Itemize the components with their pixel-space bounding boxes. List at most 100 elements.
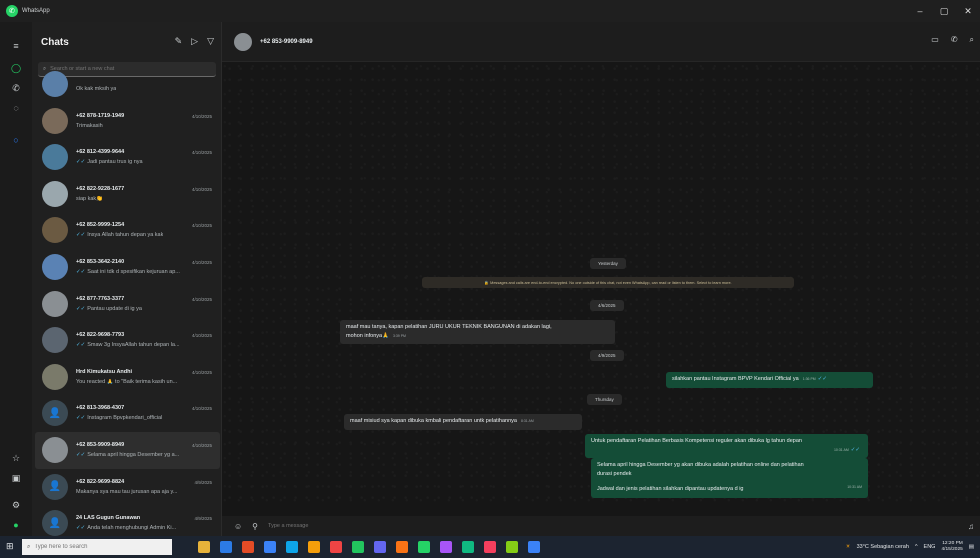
chat-list-item[interactable]: +62 822-9228-1677 4/10/2025 siap kak👏 xyxy=(35,176,220,213)
taskbar-app-icon[interactable] xyxy=(198,541,210,553)
contact-name[interactable]: +62 853-9909-8949 xyxy=(260,39,313,45)
meta-ai-icon[interactable]: ○ xyxy=(8,132,24,148)
chat-avatar xyxy=(42,217,68,244)
chat-list-item[interactable]: Hrd Kimukatsu Andhi 4/10/2025 You reacted … xyxy=(35,359,220,396)
profile-icon[interactable]: ● xyxy=(8,517,24,533)
chat-name: +62 822-9699-8824 xyxy=(76,478,125,485)
chat-name: +62 812-4399-9644 xyxy=(76,149,125,156)
minimize-button[interactable]: – xyxy=(908,0,932,22)
chat-list-item[interactable]: +62 853-3642-2140 4/10/2025 ✓✓ Saat ini tdk… xyxy=(35,249,220,286)
chat-avatar xyxy=(42,71,68,97)
chat-list-item[interactable]: +62 877-7763-3377 4/10/2025 ✓✓ Pantau updat… xyxy=(35,286,220,323)
message-outgoing[interactable]: silahkan pantau Instagram BPVP Kendari O… xyxy=(666,372,873,388)
starred-icon[interactable]: ☆ xyxy=(8,450,24,466)
contact-avatar[interactable] xyxy=(234,33,252,51)
message-outgoing[interactable]: Selama april hingga Desember yg akan dib… xyxy=(591,458,868,498)
chat-date: 4/10/2025 xyxy=(191,443,212,448)
taskbar-app-icon[interactable] xyxy=(220,541,232,553)
chat-date: 4/10/2025 xyxy=(191,223,212,229)
system-tray: ☀ 33°C Sebagian cerah ^ ENG 12:20 PM 4/1… xyxy=(846,536,974,558)
taskbar-app-icon[interactable] xyxy=(330,541,342,553)
read-ticks-icon: ✓✓ xyxy=(76,305,86,312)
taskbar-app-icon[interactable] xyxy=(352,541,364,553)
taskbar-app-icon[interactable] xyxy=(506,541,518,553)
read-ticks-icon: ✓✓ xyxy=(76,232,86,239)
calls-icon[interactable]: ✆ xyxy=(8,80,24,96)
taskbar-app-icon[interactable] xyxy=(264,541,276,553)
chat-list-item[interactable]: +62 878-1719-1949 4/10/2025 Trimakasih xyxy=(35,103,220,140)
chat-name: 24 LAS Gugun Gunawan xyxy=(76,515,141,522)
message-incoming[interactable]: maaf misiud sya kapan dibuka kmbali pend… xyxy=(344,414,582,430)
chat-avatar: 👤 xyxy=(42,510,68,536)
taskbar-app-icon[interactable] xyxy=(242,541,254,553)
language-indicator[interactable]: ENG xyxy=(924,544,936,550)
notification-icon[interactable]: ▤ xyxy=(969,544,974,550)
taskbar-app-icon[interactable] xyxy=(418,541,430,553)
archived-icon[interactable]: ▣ xyxy=(8,470,24,486)
taskbar-app-icon[interactable] xyxy=(308,541,320,553)
chat-avatar xyxy=(42,437,68,463)
chats-icon[interactable]: ◯ xyxy=(8,60,24,76)
taskbar-app-icon[interactable] xyxy=(396,541,408,553)
taskbar-search-input[interactable] xyxy=(34,544,155,550)
chat-list-item[interactable]: +62 853-9909-8949 4/10/2025 ✓✓ Selama april… xyxy=(35,432,220,469)
chat-name: +62 877-7763-3377 xyxy=(76,295,125,302)
voice-call-icon[interactable]: ✆ xyxy=(951,35,958,45)
whatsapp-logo-icon: ✆ xyxy=(6,5,18,17)
new-chat-icon[interactable]: ✎ xyxy=(175,36,183,47)
chat-name: Hrd Kimukatsu Andhi xyxy=(76,368,133,375)
chat-avatar xyxy=(42,144,68,171)
filter-icon[interactable]: ▽ xyxy=(207,36,214,47)
chat-list-item[interactable]: 👤 24 LAS Gugun Gunawan 4/9/2025 ✓✓ Anda tela… xyxy=(35,505,220,536)
maximize-button[interactable]: ▢ xyxy=(932,0,956,22)
date-pill: 4/6/2025 xyxy=(590,300,624,311)
date-pill-thursday: Thursday xyxy=(587,394,622,405)
message-input[interactable] xyxy=(268,523,869,529)
new-call-icon[interactable]: ▷ xyxy=(191,36,198,47)
chat-list-item[interactable]: Ok kak mksih ya xyxy=(35,66,220,103)
navigation-rail: ≡ ◯ ✆ ◌ ○ ☆ ▣ ⚙ ● xyxy=(0,22,32,536)
attach-icon[interactable]: ⚲ xyxy=(252,522,258,531)
taskbar-search[interactable]: ⌕ xyxy=(22,539,172,555)
message-incoming[interactable]: maaf mau tanya, kapan pelatihan JURU UKU… xyxy=(340,320,615,345)
read-ticks-icon: ✓✓ xyxy=(76,342,86,349)
windows-start-icon[interactable]: ⊞ xyxy=(6,541,14,552)
chat-avatar xyxy=(42,107,68,134)
microphone-icon[interactable]: ♫ xyxy=(968,522,974,531)
weather-icon[interactable]: ☀ xyxy=(846,544,851,550)
video-call-icon[interactable]: ▭ xyxy=(931,35,939,45)
taskbar-app-icon[interactable] xyxy=(484,541,496,553)
chat-date: 4/10/2025 xyxy=(191,333,212,339)
taskbar-app-icon[interactable] xyxy=(286,541,298,553)
conversation-header[interactable]: +62 853-9909-8949 ▭ ✆ ⌕ xyxy=(222,22,980,62)
chat-list-item[interactable]: 👤 +62 813-3968-4307 4/10/2025 ✓✓ Instagram B… xyxy=(35,395,220,432)
chat-date: 4/10/2025 xyxy=(191,186,212,192)
menu-icon[interactable]: ≡ xyxy=(8,38,24,54)
chat-preview: Selama april hingga Desember yg a... xyxy=(87,452,180,458)
chat-list-item[interactable]: +62 822-9698-7793 4/10/2025 ✓✓ Smaw 3g Insy… xyxy=(35,322,220,359)
chat-preview: You reacted 🙏 to "Baik terima kasih un..… xyxy=(76,378,178,385)
window-title: WhatsApp xyxy=(22,8,50,14)
taskbar-app-icon[interactable] xyxy=(528,541,540,553)
chat-preview: Saat ini tdk d spesifikan kejuruan ap... xyxy=(87,269,180,275)
chat-list-item[interactable]: 👤 +62 822-9699-8824 4/9/2025 Makanya sya ma… xyxy=(35,469,220,506)
chat-list-item[interactable]: +62 852-9999-1254 4/10/2025 ✓✓ Insya Allah … xyxy=(35,212,220,249)
chat-list-item[interactable]: +62 812-4399-9644 4/10/2025 ✓✓ Jadi pantau … xyxy=(35,139,220,176)
chat-preview: Makanya sya mau tau jurusan apa aja y... xyxy=(76,488,178,495)
taskbar-app-icon[interactable] xyxy=(440,541,452,553)
taskbar-app-icon[interactable] xyxy=(462,541,474,553)
chevron-up-icon[interactable]: ^ xyxy=(915,544,918,550)
encryption-notice[interactable]: 🔒 Messages and calls are end-to-end encr… xyxy=(422,277,794,288)
taskbar-app-icon[interactable] xyxy=(374,541,386,553)
search-icon: ⌕ xyxy=(27,543,31,550)
conversation-pane: +62 853-9909-8949 ▭ ✆ ⌕ Yesterday 🔒 Mess… xyxy=(222,22,980,536)
emoji-icon[interactable]: ☺ xyxy=(234,522,242,531)
status-icon[interactable]: ◌ xyxy=(8,100,24,116)
settings-icon[interactable]: ⚙ xyxy=(8,497,24,513)
close-button[interactable]: ✕ xyxy=(956,0,980,22)
date-pill-yesterday: Yesterday xyxy=(590,258,626,269)
message-outgoing[interactable]: Untuk pendaftaran Pelatihan Berbasis Kom… xyxy=(585,434,868,459)
search-icon[interactable]: ⌕ xyxy=(970,35,974,45)
weather-text[interactable]: 33°C Sebagian cerah xyxy=(857,544,909,550)
clock[interactable]: 12:20 PM 4/15/2025 xyxy=(941,541,962,553)
